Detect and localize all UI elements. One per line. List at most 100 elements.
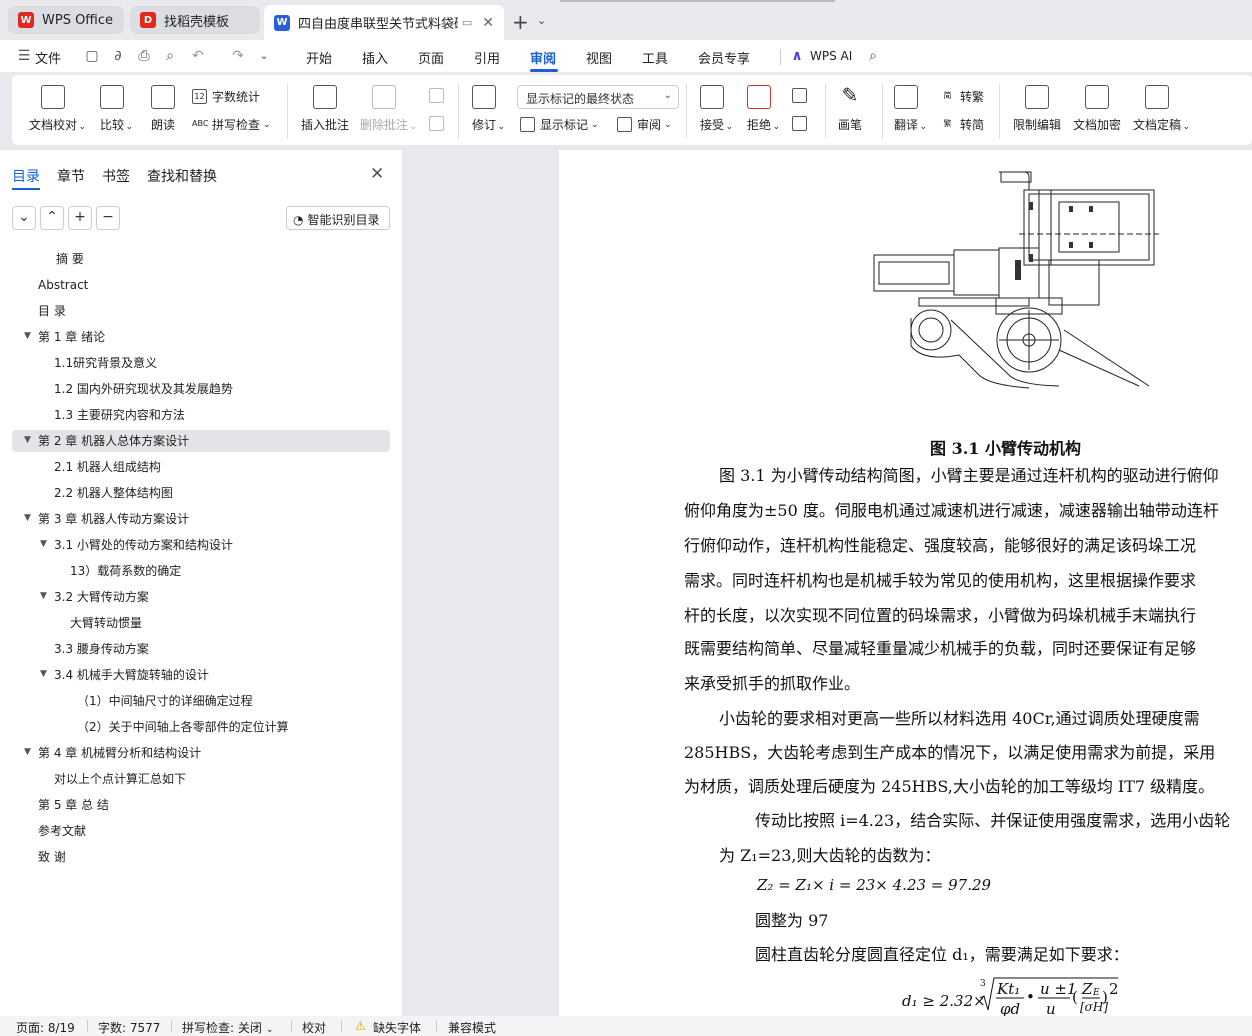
tab-template[interactable]: D 找稻壳模板 <box>130 6 260 34</box>
next-change-button[interactable] <box>792 116 812 131</box>
toc-item[interactable]: 3.1 小臂处的传动方案和结构设计 <box>54 534 233 556</box>
word-count-button[interactable]: 12 字数统计 <box>192 88 260 105</box>
toc-item[interactable]: 1.1研究背景及意义 <box>54 352 157 374</box>
expand-arrow-icon[interactable]: ▼ <box>24 513 31 523</box>
save-icon[interactable]: ▢ <box>84 48 100 64</box>
prev-change-button[interactable] <box>792 88 812 103</box>
spell-check-status[interactable]: 拼写检查: 关闭 ⌄ <box>182 1019 273 1036</box>
menu-vip[interactable]: 会员专享 <box>698 48 750 67</box>
to-traditional-button[interactable]: 简转繁 <box>940 88 985 105</box>
toc-item[interactable]: 13）载荷系数的确定 <box>70 560 181 582</box>
tab-document[interactable]: W 四自由度串联型关节式料袋码垛 ▭ ✕ <box>264 5 504 40</box>
compat-mode-status[interactable]: 兼容模式 <box>448 1019 496 1036</box>
spell-check-button[interactable]: ABC 拼写检查 ⌄ <box>192 116 271 133</box>
accept-button[interactable]: 接受 ⌄ <box>700 85 733 133</box>
toc-item[interactable]: 3.4 机械手大臂旋转轴的设计 <box>54 664 209 686</box>
proof-status[interactable]: 校对 <box>302 1019 326 1036</box>
expand-arrow-icon[interactable]: ▼ <box>40 669 47 679</box>
insert-comment-button[interactable]: 插入批注 <box>301 85 349 133</box>
tab-find-replace[interactable]: 查找和替换 <box>147 166 217 186</box>
expand-chevron-icon[interactable]: ⌃ <box>40 206 64 230</box>
expand-arrow-icon[interactable]: ▼ <box>24 331 31 341</box>
menu-tools[interactable]: 工具 <box>642 48 668 67</box>
menu-home[interactable]: 开始 <box>306 48 332 67</box>
delete-comment-button[interactable]: 删除批注 ⌄ <box>360 85 417 133</box>
print-icon[interactable]: ⎙ <box>136 48 152 64</box>
more-chevron-icon[interactable]: ⌄ <box>256 48 272 64</box>
menu-view[interactable]: 视图 <box>586 48 612 67</box>
toc-item[interactable]: 致 谢 <box>38 846 66 868</box>
toc-item[interactable]: 3.2 大臂传动方案 <box>54 586 149 608</box>
plus-icon[interactable]: + <box>68 206 92 230</box>
search-icon[interactable]: ⌕ <box>865 48 881 64</box>
toc-item[interactable]: 摘 要 <box>56 248 84 270</box>
redo-icon[interactable]: ↷ <box>230 48 246 64</box>
menu-file[interactable]: 文件 <box>35 48 61 67</box>
toc-item[interactable]: 目 录 <box>38 300 66 322</box>
tab-toc[interactable]: 目录 <box>12 166 40 186</box>
markup-state-select[interactable]: 显示标记的最终状态 ⌄ <box>517 85 679 109</box>
toc-item[interactable]: 2.1 机器人组成结构 <box>54 456 161 478</box>
compare-button[interactable]: 比较 ⌄ <box>100 85 133 133</box>
pen-button[interactable]: ✎ 画笔 <box>838 85 862 133</box>
close-icon[interactable]: ✕ <box>370 164 384 184</box>
menu-insert[interactable]: 插入 <box>362 48 388 67</box>
revise-button[interactable]: 修订 ⌄ <box>472 85 505 133</box>
print-preview-icon[interactable]: ⌕ <box>162 48 178 64</box>
missing-font-status[interactable]: 缺失字体 <box>373 1019 421 1036</box>
expand-arrow-icon[interactable]: ▼ <box>24 435 31 445</box>
toc-item[interactable]: 第 5 章 总 结 <box>38 794 109 816</box>
menu-review[interactable]: 审阅 <box>530 48 556 67</box>
translate-button[interactable]: 翻译 ⌄ <box>894 85 927 133</box>
review-pane-button[interactable]: 审阅 ⌄ <box>617 116 672 133</box>
new-tab-plus-icon[interactable]: + <box>512 10 529 34</box>
toc-item[interactable]: 第 2 章 机器人总体方案设计 <box>38 430 189 452</box>
document-page[interactable]: 图 3.1 小臂传动机构 图 3.1 为小臂传动结构简图，小臂主要是通过连杆机构… <box>559 150 1252 1016</box>
toc-item[interactable]: 3.3 腰身传动方案 <box>54 638 149 660</box>
tab-chapters[interactable]: 章节 <box>57 166 85 186</box>
doc-check-button[interactable]: 文档校对 ⌄ <box>29 85 86 133</box>
next-comment-button[interactable] <box>429 116 449 131</box>
toc-item[interactable]: 1.2 国内外研究现状及其发展趋势 <box>54 378 233 400</box>
expand-arrow-icon[interactable]: ▼ <box>24 747 31 757</box>
page-indicator[interactable]: 页面: 8/19 <box>16 1019 75 1036</box>
encrypt-button[interactable]: 文档加密 <box>1073 85 1121 133</box>
tab-bookmarks[interactable]: 书签 <box>102 166 130 186</box>
undo-icon[interactable]: ↶ <box>190 48 206 64</box>
body-text-line: 传动比按照 i=4.23，结合实际、并保证使用强度需求，选用小齿轮 <box>755 811 1231 830</box>
status-bar: 页面: 8/19 字数: 7577 拼写检查: 关闭 ⌄ 校对 ⚠ 缺失字体 兼容… <box>0 1016 1252 1036</box>
toc-item[interactable]: Abstract <box>38 274 88 296</box>
expand-arrow-icon[interactable]: ▼ <box>40 539 47 549</box>
toc-item[interactable]: 参考文献 <box>38 820 86 842</box>
toc-item[interactable]: 第 4 章 机械臂分析和结构设计 <box>38 742 201 764</box>
toc-item[interactable]: 第 1 章 绪论 <box>38 326 105 348</box>
toc-item[interactable]: 1.3 主要研究内容和方法 <box>54 404 185 426</box>
menu-wps-ai[interactable]: WPS AI <box>810 49 852 63</box>
restrict-edit-button[interactable]: 限制编辑 <box>1013 85 1061 133</box>
chevron-down-icon[interactable]: ⌄ <box>537 14 546 27</box>
finalize-button[interactable]: 文档定稿 ⌄ <box>1133 85 1190 133</box>
expand-arrow-icon[interactable]: ▼ <box>40 591 47 601</box>
collapse-chevron-icon[interactable]: ⌄ <box>12 206 36 230</box>
to-simplified-button[interactable]: 繁转简 <box>940 116 985 133</box>
read-aloud-button[interactable]: 朗读 <box>151 85 175 133</box>
smart-toc-button[interactable]: ◔ 智能识别目录 <box>286 206 390 230</box>
show-markup-button[interactable]: 显示标记 ⌄ <box>520 116 599 133</box>
minus-icon[interactable]: − <box>96 206 120 230</box>
toc-item[interactable]: 大臂转动惯量 <box>70 612 142 634</box>
reject-button[interactable]: 拒绝 ⌄ <box>747 85 780 133</box>
monitor-icon[interactable]: ▭ <box>462 16 472 29</box>
tab-wps-office[interactable]: W WPS Office <box>8 6 124 34</box>
menu-page[interactable]: 页面 <box>418 48 444 67</box>
word-count-status[interactable]: 字数: 7577 <box>98 1019 160 1036</box>
toc-item[interactable]: （2）关于中间轴上各零部件的定位计算 <box>77 716 289 738</box>
hamburger-icon[interactable]: ☰ <box>16 48 32 64</box>
toc-item[interactable]: 2.2 机器人整体结构图 <box>54 482 173 504</box>
toc-item[interactable]: 对以上个点计算汇总如下 <box>54 768 186 790</box>
link-icon[interactable]: ∂ <box>110 48 126 64</box>
menu-reference[interactable]: 引用 <box>474 48 500 67</box>
toc-item[interactable]: （1）中间轴尺寸的详细确定过程 <box>77 690 253 712</box>
prev-comment-button[interactable] <box>429 88 449 103</box>
toc-item[interactable]: 第 3 章 机器人传动方案设计 <box>38 508 189 530</box>
close-icon[interactable]: ✕ <box>482 15 494 31</box>
